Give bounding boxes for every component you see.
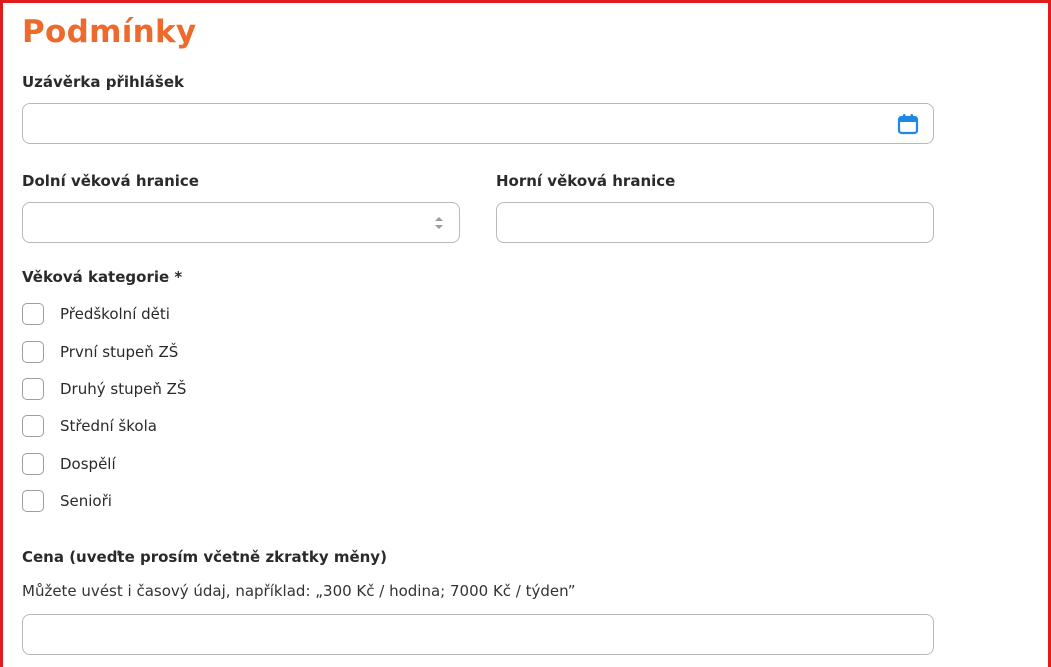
price-hint: Můžete uvést i časový údaj, například: „… — [22, 582, 576, 600]
checkbox-label: Senioři — [60, 492, 112, 510]
checkbox-seniors[interactable] — [22, 490, 44, 512]
age-category-label: Věková kategorie * — [22, 268, 183, 286]
section-title: Podmínky — [22, 14, 197, 50]
price-label: Cena (uveďte prosím včetně zkratky měny) — [22, 548, 387, 566]
checkbox-label: Druhý stupeň ZŠ — [60, 380, 187, 398]
age-min-value[interactable] — [23, 203, 459, 242]
checkbox-row-high-school[interactable]: Střední škola — [22, 415, 157, 437]
age-min-label: Dolní věková hranice — [22, 172, 199, 190]
checkbox-primary-first[interactable] — [22, 341, 44, 363]
checkbox-row-primary-first[interactable]: První stupeň ZŠ — [22, 341, 178, 363]
form-frame — [0, 0, 1051, 667]
age-max-label: Horní věková hranice — [496, 172, 676, 190]
checkbox-label: První stupeň ZŠ — [60, 343, 179, 361]
age-min-select[interactable] — [22, 202, 460, 243]
checkbox-high-school[interactable] — [22, 415, 44, 437]
age-max-input[interactable] — [497, 203, 933, 242]
price-field[interactable] — [22, 614, 934, 655]
checkbox-preschool[interactable] — [22, 303, 44, 325]
checkbox-row-preschool[interactable]: Předškolní děti — [22, 303, 170, 325]
checkbox-label: Předškolní děti — [60, 305, 170, 323]
checkbox-row-primary-second[interactable]: Druhý stupeň ZŠ — [22, 378, 186, 400]
checkbox-label: Střední škola — [60, 417, 157, 435]
select-arrows-icon — [435, 217, 443, 229]
price-input[interactable] — [23, 615, 933, 654]
checkbox-adults[interactable] — [22, 453, 44, 475]
checkbox-row-seniors[interactable]: Senioři — [22, 490, 112, 512]
deadline-input[interactable] — [23, 104, 933, 143]
checkbox-row-adults[interactable]: Dospělí — [22, 453, 116, 475]
deadline-label: Uzávěrka přihlášek — [22, 73, 184, 91]
deadline-field[interactable] — [22, 103, 934, 144]
age-max-field[interactable] — [496, 202, 934, 243]
calendar-icon[interactable] — [897, 113, 919, 135]
checkbox-label: Dospělí — [60, 455, 116, 473]
checkbox-primary-second[interactable] — [22, 378, 44, 400]
